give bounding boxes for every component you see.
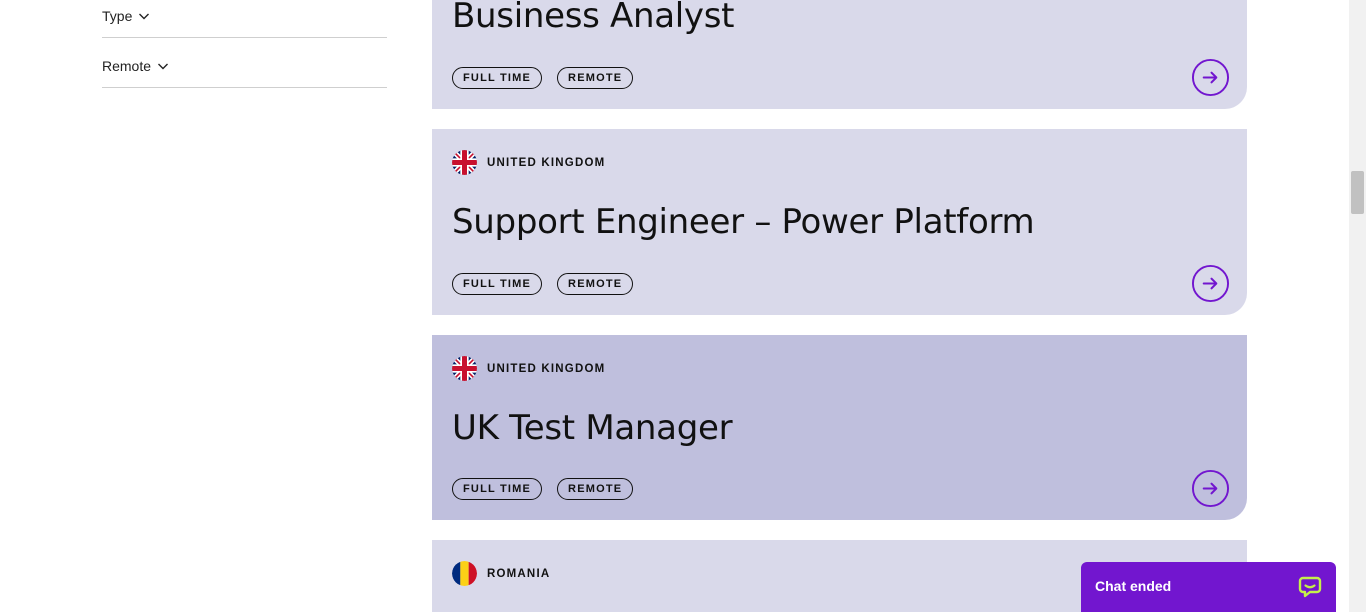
scrollbar-thumb[interactable] <box>1351 171 1364 214</box>
job-tags: FULL TIME REMOTE <box>452 478 634 500</box>
scrollbar-track[interactable] <box>1349 0 1366 612</box>
job-title: UK Test Manager <box>452 408 733 448</box>
chat-status-label: Chat ended <box>1095 578 1172 594</box>
job-card-uk-test-manager[interactable]: UNITED KINGDOM UK Test Manager FULL TIME… <box>432 335 1247 520</box>
filter-type-toggle[interactable]: Type <box>102 8 150 24</box>
arrow-right-circle-icon[interactable] <box>1191 264 1230 303</box>
tag-full-time: FULL TIME <box>452 273 543 295</box>
filter-remote[interactable]: Remote <box>102 38 387 88</box>
uk-flag-icon <box>452 150 477 175</box>
tag-full-time: FULL TIME <box>452 67 543 89</box>
job-card-support-engineer[interactable]: UNITED KINGDOM Support Engineer – Power … <box>432 129 1247 315</box>
tag-remote: REMOTE <box>557 273 634 295</box>
chevron-down-icon <box>139 13 150 20</box>
country-name: UNITED KINGDOM <box>487 362 606 375</box>
chevron-down-icon <box>158 63 169 70</box>
job-tags: FULL TIME REMOTE <box>452 67 634 89</box>
tag-full-time: FULL TIME <box>452 478 543 500</box>
country-name: UNITED KINGDOM <box>487 156 606 169</box>
tag-remote: REMOTE <box>557 67 634 89</box>
job-card-business-analyst[interactable]: Business Analyst FULL TIME REMOTE <box>432 0 1247 109</box>
job-tags: FULL TIME REMOTE <box>452 273 634 295</box>
filter-remote-toggle[interactable]: Remote <box>102 58 169 74</box>
filter-type[interactable]: Type <box>102 0 387 38</box>
uk-flag-icon <box>452 356 477 381</box>
arrow-right-circle-icon[interactable] <box>1191 58 1230 97</box>
job-country: UNITED KINGDOM <box>452 150 605 175</box>
tag-remote: REMOTE <box>557 478 634 500</box>
romania-flag-icon <box>452 561 477 586</box>
chat-bubble-icon[interactable] <box>1298 575 1322 599</box>
job-country: UNITED KINGDOM <box>452 356 605 381</box>
filter-remote-label: Remote <box>102 58 152 74</box>
filter-type-label: Type <box>102 8 133 24</box>
job-title: Business Analyst <box>452 0 735 36</box>
arrow-right-circle-icon[interactable] <box>1191 469 1230 508</box>
chat-widget[interactable]: Chat ended <box>1081 562 1336 612</box>
country-name: ROMANIA <box>487 567 551 580</box>
job-country: ROMANIA <box>452 561 550 586</box>
job-title: Support Engineer – Power Platform <box>452 202 1035 242</box>
